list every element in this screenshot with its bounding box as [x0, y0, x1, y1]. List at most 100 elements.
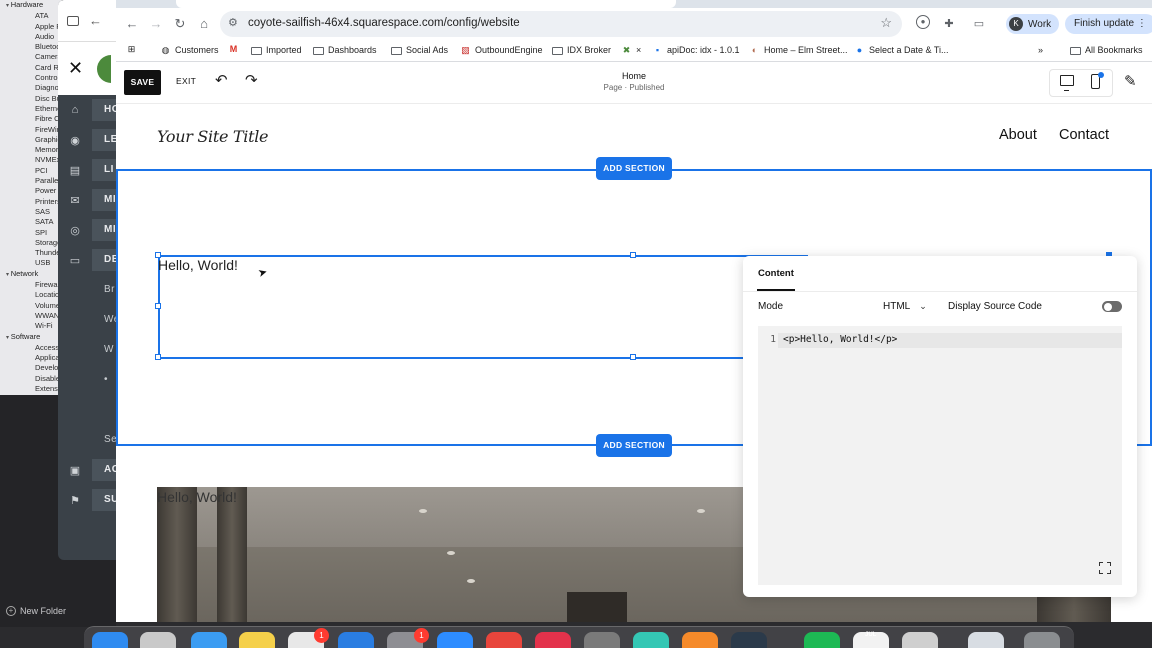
code-block-text[interactable]: Hello, World! [158, 257, 238, 273]
tree-item[interactable]: Firewall [0, 280, 61, 290]
bookmarks-overflow-icon[interactable]: » [1038, 44, 1043, 57]
tree-item[interactable]: FireWire [0, 125, 61, 135]
bookmark-item[interactable]: Dashboards [313, 44, 377, 57]
nav-link-about[interactable]: About [999, 127, 1037, 143]
bookmark-item[interactable]: ⊞ [126, 44, 137, 55]
sidebar-nav-item[interactable]: Br [58, 275, 116, 305]
resize-handle-bottom-left[interactable] [155, 354, 161, 360]
notes-icon[interactable] [239, 632, 275, 648]
tree-item[interactable]: Memory [0, 145, 61, 155]
tree-item[interactable]: Bluetooth [0, 42, 61, 52]
messages-icon[interactable] [633, 632, 669, 648]
spotify-icon[interactable] [804, 632, 840, 648]
tree-item[interactable]: Disc Burning [0, 94, 61, 104]
sidebar-toggle-icon[interactable] [67, 15, 79, 26]
firefox-icon[interactable] [682, 632, 718, 648]
finish-update-button[interactable]: Finish update ⋮ [1065, 14, 1152, 34]
home-icon[interactable]: ⌂ [196, 16, 212, 32]
profile-button[interactable]: K Work [1006, 14, 1060, 34]
tree-item[interactable]: SAS [0, 207, 61, 217]
tree-item[interactable]: Apple Pay [0, 22, 61, 32]
tree-item[interactable]: Ethernet [0, 104, 61, 114]
back-icon[interactable]: ← [124, 16, 140, 32]
tree-item[interactable]: Extensions [0, 384, 61, 394]
bookmark-item[interactable]: Imported [251, 44, 302, 57]
calculator-icon[interactable] [584, 632, 620, 648]
tree-item[interactable]: Camera [0, 52, 61, 62]
bookmark-item[interactable]: ✖ × [621, 44, 642, 57]
tree-item[interactable]: SATA [0, 217, 61, 227]
tree-category[interactable]: Hardware [0, 0, 61, 11]
nav-link-contact[interactable]: Contact [1059, 127, 1109, 143]
site-info-icon[interactable]: ⚙ [228, 16, 238, 29]
preview-icon[interactable] [902, 632, 938, 648]
bookmark-item[interactable]: ● Select a Date & Ti... [854, 44, 949, 57]
bookmark-item[interactable]: ◍ Customers [160, 44, 219, 57]
bookmark-item[interactable]: M [228, 44, 239, 55]
back-arrow-icon[interactable]: ← [89, 13, 102, 28]
expand-icon[interactable] [1099, 562, 1111, 574]
sidebar-nav-item[interactable]: Se [58, 425, 116, 455]
tab-search-icon[interactable]: ▭ [971, 16, 987, 32]
tree-item[interactable]: Storage [0, 238, 61, 248]
finder-icon[interactable] [92, 632, 128, 648]
tree-item[interactable]: Volumes [0, 301, 61, 311]
zoom-icon[interactable] [437, 632, 473, 648]
url-field[interactable]: ⚙ coyote-sailfish-46x4.squarespace.com/c… [220, 11, 902, 37]
tree-item[interactable]: Controller [0, 73, 61, 83]
code-line[interactable]: <p>Hello, World!</p> [783, 334, 897, 345]
tree-item[interactable]: Audio [0, 32, 61, 42]
sidebar-nav-item[interactable]: ⚑ SU [58, 485, 116, 515]
password-manager-icon[interactable]: ● [916, 15, 930, 29]
creative-cloud-icon[interactable] [535, 632, 571, 648]
site-title[interactable]: Your Site Title [157, 127, 269, 146]
tree-item[interactable]: Diagnostics [0, 83, 61, 93]
all-bookmarks-button[interactable]: All Bookmarks [1070, 44, 1143, 57]
tree-category[interactable]: Network [0, 269, 61, 280]
add-section-button-bottom[interactable]: ADD SECTION [596, 434, 672, 457]
p-app-icon[interactable] [731, 632, 767, 648]
chrome-icon[interactable] [486, 632, 522, 648]
display-source-code-toggle[interactable] [1102, 301, 1122, 312]
tree-item[interactable]: Parallel SCSI [0, 176, 61, 186]
tree-item[interactable]: Developer [0, 363, 61, 373]
tree-item[interactable]: Applications [0, 353, 61, 363]
mode-select[interactable]: HTML ⌄ [883, 301, 927, 312]
launchpad-icon[interactable] [140, 632, 176, 648]
tree-item[interactable]: Card Reader [0, 63, 61, 73]
bookmark-item[interactable]: ▪ apiDoc: idx - 1.0.1 [652, 44, 740, 57]
sidebar-nav-item[interactable]: ✉ MI [58, 185, 116, 215]
sidebar-nav-item[interactable]: W [58, 335, 116, 365]
tree-item[interactable]: PCI [0, 166, 61, 176]
sidebar-nav-item[interactable]: ▭ DE [58, 245, 116, 275]
bookmark-item[interactable]: Social Ads [391, 44, 448, 57]
bookmark-star-icon[interactable]: ☆ [880, 15, 892, 31]
site-styles-icon[interactable]: ✎ [1124, 72, 1137, 90]
tree-item[interactable]: Accessibility [0, 343, 61, 353]
safari-icon[interactable] [191, 632, 227, 648]
tree-item[interactable]: WWAN [0, 311, 61, 321]
tree-item[interactable]: Printers [0, 197, 61, 207]
tree-item[interactable]: Fibre Channel [0, 114, 61, 124]
tree-item[interactable]: USB [0, 258, 61, 268]
tree-item[interactable]: Locations [0, 290, 61, 300]
tree-category[interactable]: Software [0, 332, 61, 343]
tree-item[interactable]: Wi-Fi [0, 321, 61, 331]
resize-handle-top[interactable] [630, 252, 636, 258]
tree-item[interactable]: Thunderbolt [0, 248, 61, 258]
xcode-icon[interactable] [338, 632, 374, 648]
sidebar-nav-item[interactable]: • [58, 365, 116, 395]
tree-item[interactable]: Power [0, 186, 61, 196]
more-menu-icon[interactable]: ⋮ [1137, 18, 1147, 29]
image-block-text[interactable]: Hello, World! [157, 489, 237, 505]
tab-content[interactable]: Content [758, 268, 794, 279]
screenshot-window-icon[interactable] [968, 632, 1004, 648]
close-icon[interactable]: ✕ [68, 58, 83, 79]
code-block-outline[interactable] [158, 255, 808, 359]
bookmark-item[interactable]: ◐ Home – Elm Street... [749, 44, 848, 57]
tree-item[interactable]: ATA [0, 11, 61, 21]
sidebar-nav-item[interactable]: We [58, 305, 116, 335]
sidebar-nav-item[interactable]: ▤ LI [58, 155, 116, 185]
tree-item[interactable]: Graphics [0, 135, 61, 145]
code-editor[interactable]: 1 <p>Hello, World!</p> [758, 326, 1122, 585]
